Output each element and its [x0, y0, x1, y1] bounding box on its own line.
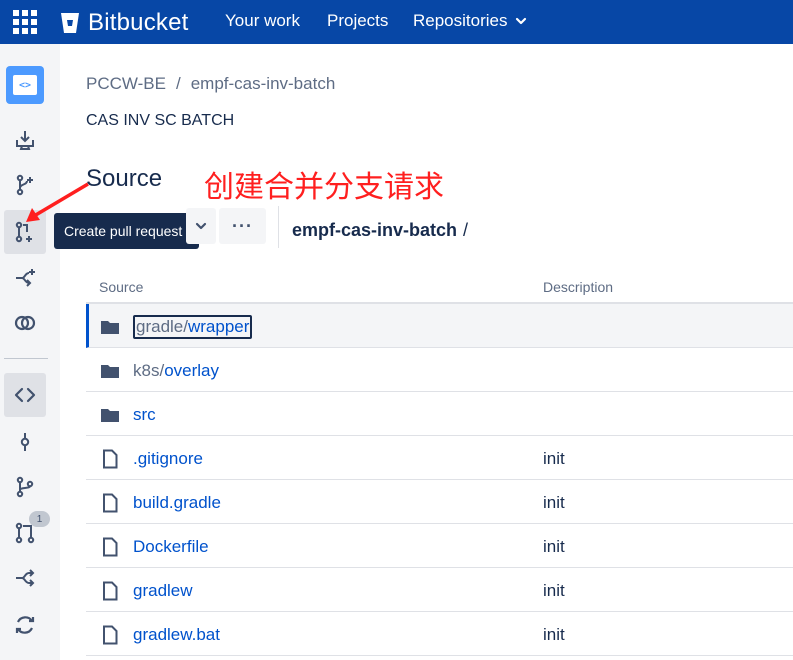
file-icon [103, 581, 118, 601]
breadcrumb-project[interactable]: PCCW-BE [86, 74, 166, 93]
file-link[interactable]: gradlew [133, 581, 193, 601]
header-source: Source [99, 279, 144, 295]
breadcrumb-separator: / [175, 74, 181, 93]
file-link[interactable]: gradlew.bat [133, 625, 220, 645]
annotation-arrow-icon [26, 182, 89, 222]
nav-repositories[interactable]: Repositories [413, 11, 528, 31]
forks-icon[interactable] [10, 563, 40, 593]
folder-link[interactable]: k8s/overlay [133, 361, 219, 381]
file-icon [103, 625, 118, 645]
pull-request-count-badge: 1 [29, 511, 50, 527]
table-header: Source Description [86, 270, 793, 304]
breadcrumb: PCCW-BE / empf-cas-inv-batch [86, 74, 335, 94]
annotation-text: 创建合并分支请求 [204, 170, 444, 205]
table-row[interactable]: build.gradle init [86, 480, 793, 524]
folder-prefix: k8s/ [133, 361, 165, 380]
clone-icon[interactable] [10, 124, 40, 154]
repo-avatar-icon[interactable]: <> [6, 66, 44, 104]
folder-link[interactable]: gradle/wrapper [133, 315, 253, 339]
file-icon [103, 493, 118, 513]
nav-repositories-label: Repositories [413, 11, 508, 30]
table-row[interactable]: gradle/wrapper [86, 304, 793, 348]
file-description: init [543, 581, 565, 600]
branch-selector-button[interactable] [186, 208, 216, 244]
folder-icon [101, 321, 119, 334]
table-row[interactable]: .gitignore init [86, 436, 793, 480]
page-title: Source [86, 165, 163, 192]
bitbucket-logo[interactable]: Bitbucket [60, 9, 189, 37]
more-actions-button[interactable]: ··· [219, 208, 266, 244]
table-row[interactable]: k8s/overlay [86, 348, 793, 392]
folder-name: overlay [164, 361, 219, 380]
file-description: init [543, 493, 565, 512]
branches-icon[interactable] [10, 472, 40, 502]
file-link[interactable]: .gitignore [133, 449, 203, 469]
file-description: init [543, 537, 565, 556]
bitbucket-logo-icon [61, 13, 79, 33]
table-row[interactable]: gradlew init [86, 568, 793, 612]
commits-icon[interactable] [10, 427, 40, 457]
folder-prefix: gradle/ [136, 317, 188, 336]
compare-icon[interactable] [10, 308, 40, 338]
folder-icon [101, 365, 119, 378]
file-path: empf-cas-inv-batch / [292, 220, 468, 241]
file-icon [103, 537, 118, 557]
source-table: Source Description gradle/wrapper k8s/ov… [86, 270, 793, 656]
sidebar-divider [4, 358, 48, 359]
logo-text: Bitbucket [88, 9, 189, 36]
file-icon [103, 449, 118, 469]
file-description: init [543, 449, 565, 468]
pipelines-icon[interactable] [10, 610, 40, 640]
app-switcher-icon[interactable] [13, 10, 37, 34]
path-slash: / [463, 220, 469, 240]
path-repo[interactable]: empf-cas-inv-batch [292, 220, 457, 240]
top-navigation-bar: Bitbucket Your work Projects Repositorie… [0, 0, 793, 44]
chevron-down-icon [515, 17, 526, 25]
folder-link[interactable]: src [133, 405, 156, 425]
create-fork-icon[interactable] [10, 263, 40, 293]
repo-description: CAS INV SC BATCH [86, 112, 235, 129]
source-icon[interactable] [10, 380, 40, 410]
header-description: Description [543, 279, 614, 295]
file-link[interactable]: build.gradle [133, 493, 221, 513]
nav-your-work[interactable]: Your work [225, 11, 300, 31]
table-row[interactable]: gradlew.bat init [86, 612, 793, 656]
table-row[interactable]: src [86, 392, 793, 436]
nav-projects[interactable]: Projects [327, 11, 388, 31]
toolbar-divider [278, 206, 279, 248]
folder-icon [101, 409, 119, 422]
folder-name: wrapper [187, 317, 250, 336]
file-description: init [543, 625, 565, 644]
repository-sidebar: <> 1 [0, 44, 60, 660]
file-link[interactable]: Dockerfile [133, 537, 209, 557]
table-row[interactable]: Dockerfile init [86, 524, 793, 568]
chevron-down-icon [195, 222, 207, 230]
breadcrumb-repo[interactable]: empf-cas-inv-batch [191, 74, 336, 93]
